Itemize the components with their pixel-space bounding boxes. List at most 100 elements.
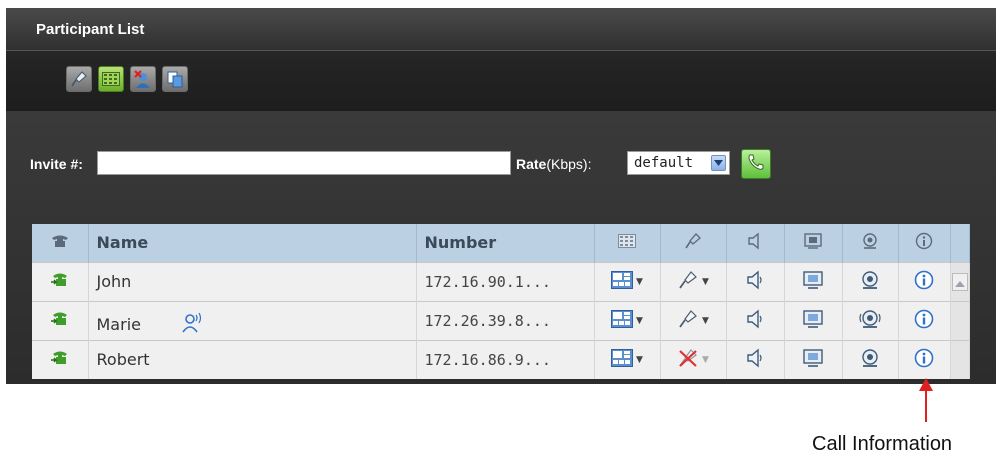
microphone-icon bbox=[683, 232, 703, 255]
col-name-header[interactable]: Name bbox=[88, 224, 417, 262]
caret-down-icon[interactable]: ▼ bbox=[702, 355, 709, 365]
callout-line bbox=[925, 388, 927, 422]
info-icon[interactable] bbox=[914, 309, 934, 333]
call-info-cell[interactable] bbox=[898, 300, 951, 340]
chevron-up-icon bbox=[954, 272, 965, 291]
call-info-cell[interactable] bbox=[898, 339, 951, 379]
call-status-cell bbox=[32, 339, 89, 379]
rate-select[interactable]: default bbox=[627, 151, 730, 175]
call-status-cell bbox=[32, 261, 89, 301]
col-layout-header bbox=[594, 224, 661, 262]
speaker-icon[interactable] bbox=[746, 309, 764, 333]
webcam-active-icon[interactable] bbox=[859, 309, 881, 333]
scroll-up-button[interactable] bbox=[951, 272, 968, 291]
microphone-icon[interactable] bbox=[677, 269, 699, 295]
participant-list-panel: Participant List Invite #: Rate(Kbps): d… bbox=[6, 8, 996, 384]
layout-cell[interactable]: ▼ bbox=[594, 261, 661, 301]
invite-label: Invite #: bbox=[30, 156, 83, 172]
microphone-icon bbox=[70, 70, 88, 88]
title-bar: Participant List bbox=[6, 8, 996, 51]
webcam-icon[interactable] bbox=[860, 270, 880, 294]
rate-label: Rate(Kbps): bbox=[516, 156, 591, 172]
mic-cell[interactable]: ▼ bbox=[660, 261, 727, 301]
participant-name: Marie bbox=[96, 314, 141, 334]
table-row[interactable]: Marie 172.26.39.8... ▼ ▼ bbox=[32, 300, 970, 340]
grid-layout-icon bbox=[618, 233, 636, 252]
rate-select-value: default bbox=[634, 155, 694, 171]
layout-icon[interactable] bbox=[611, 309, 634, 332]
phone-icon bbox=[746, 152, 766, 177]
remove-user-icon bbox=[133, 69, 153, 89]
scrollbar-track[interactable] bbox=[950, 339, 970, 379]
monitor-icon[interactable] bbox=[803, 270, 823, 294]
mic-cell[interactable]: ▼ bbox=[660, 339, 727, 379]
microphone-muted-icon[interactable] bbox=[677, 347, 699, 373]
scrollbar-track[interactable] bbox=[950, 300, 970, 340]
call-info-cell[interactable] bbox=[898, 261, 951, 301]
speaker-cell[interactable] bbox=[726, 261, 785, 301]
callout-label: Call Information bbox=[812, 433, 953, 455]
col-info-header bbox=[898, 224, 951, 262]
col-status-header bbox=[32, 224, 89, 262]
call-status-icon bbox=[50, 312, 70, 331]
mic-cell[interactable]: ▼ bbox=[660, 300, 727, 340]
caret-down-icon[interactable]: ▼ bbox=[702, 277, 709, 287]
camera-cell[interactable] bbox=[842, 300, 899, 340]
speaker-cell[interactable] bbox=[726, 339, 785, 379]
info-icon bbox=[915, 232, 933, 254]
col-camera-header bbox=[842, 224, 899, 262]
speaker-cell[interactable] bbox=[726, 300, 785, 340]
screen-cell[interactable] bbox=[784, 300, 843, 340]
call-status-cell bbox=[32, 300, 89, 340]
layout-icon[interactable] bbox=[611, 270, 634, 293]
layout-cell[interactable]: ▼ bbox=[594, 339, 661, 379]
participant-name-cell[interactable]: Marie bbox=[88, 300, 417, 340]
chevron-down-icon[interactable] bbox=[711, 155, 726, 171]
participant-number: 172.16.90.1... bbox=[424, 272, 551, 291]
participant-name: Robert bbox=[96, 350, 150, 370]
participant-name-cell[interactable]: Robert bbox=[88, 339, 417, 379]
speaker-icon bbox=[747, 232, 763, 254]
copy-button[interactable] bbox=[162, 66, 188, 92]
info-icon[interactable] bbox=[914, 270, 934, 294]
microphone-icon[interactable] bbox=[677, 308, 699, 334]
participant-name: John bbox=[96, 272, 132, 291]
camera-cell[interactable] bbox=[842, 339, 899, 379]
monitor-icon[interactable] bbox=[803, 309, 823, 333]
call-status-icon bbox=[50, 351, 70, 370]
participant-name-cell[interactable]: John bbox=[88, 261, 417, 301]
scrollbar-track[interactable] bbox=[950, 261, 970, 301]
camera-cell[interactable] bbox=[842, 261, 899, 301]
table-row[interactable]: John 172.16.90.1... ▼ ▼ bbox=[32, 261, 970, 301]
call-button[interactable] bbox=[741, 149, 771, 179]
info-icon[interactable] bbox=[914, 348, 934, 372]
rate-unit: (Kbps): bbox=[546, 156, 592, 172]
speaker-icon[interactable] bbox=[746, 270, 764, 294]
screen-cell[interactable] bbox=[784, 261, 843, 301]
speaker-icon[interactable] bbox=[746, 348, 764, 372]
screen-cell[interactable] bbox=[784, 339, 843, 379]
monitor-icon[interactable] bbox=[803, 349, 823, 372]
table-row[interactable]: Robert 172.16.86.9... ▼ ▼ bbox=[32, 339, 970, 379]
caret-down-icon[interactable]: ▼ bbox=[636, 316, 643, 326]
col-number-header[interactable]: Number bbox=[416, 224, 595, 262]
participant-number: 172.26.39.8... bbox=[424, 311, 551, 330]
phone-icon bbox=[51, 233, 69, 252]
layout-icon[interactable] bbox=[611, 348, 634, 371]
grid-layout-icon bbox=[102, 72, 120, 86]
webcam-icon[interactable] bbox=[860, 349, 880, 372]
rate-label-text: Rate bbox=[516, 156, 547, 172]
layout-cell[interactable]: ▼ bbox=[594, 300, 661, 340]
scroll-header bbox=[950, 224, 970, 262]
caret-down-icon[interactable]: ▼ bbox=[702, 316, 709, 326]
participant-number: 172.16.86.9... bbox=[424, 350, 551, 369]
table-header-row: Name Number bbox=[32, 224, 970, 262]
caret-down-icon[interactable]: ▼ bbox=[636, 355, 643, 365]
invite-input[interactable] bbox=[97, 151, 511, 175]
monitor-icon bbox=[804, 233, 822, 254]
col-mic-header bbox=[660, 224, 727, 262]
caret-down-icon[interactable]: ▼ bbox=[636, 277, 643, 287]
mute-all-mic-button[interactable] bbox=[66, 66, 92, 92]
layout-button[interactable] bbox=[98, 66, 124, 92]
remove-participant-button[interactable] bbox=[130, 66, 156, 92]
